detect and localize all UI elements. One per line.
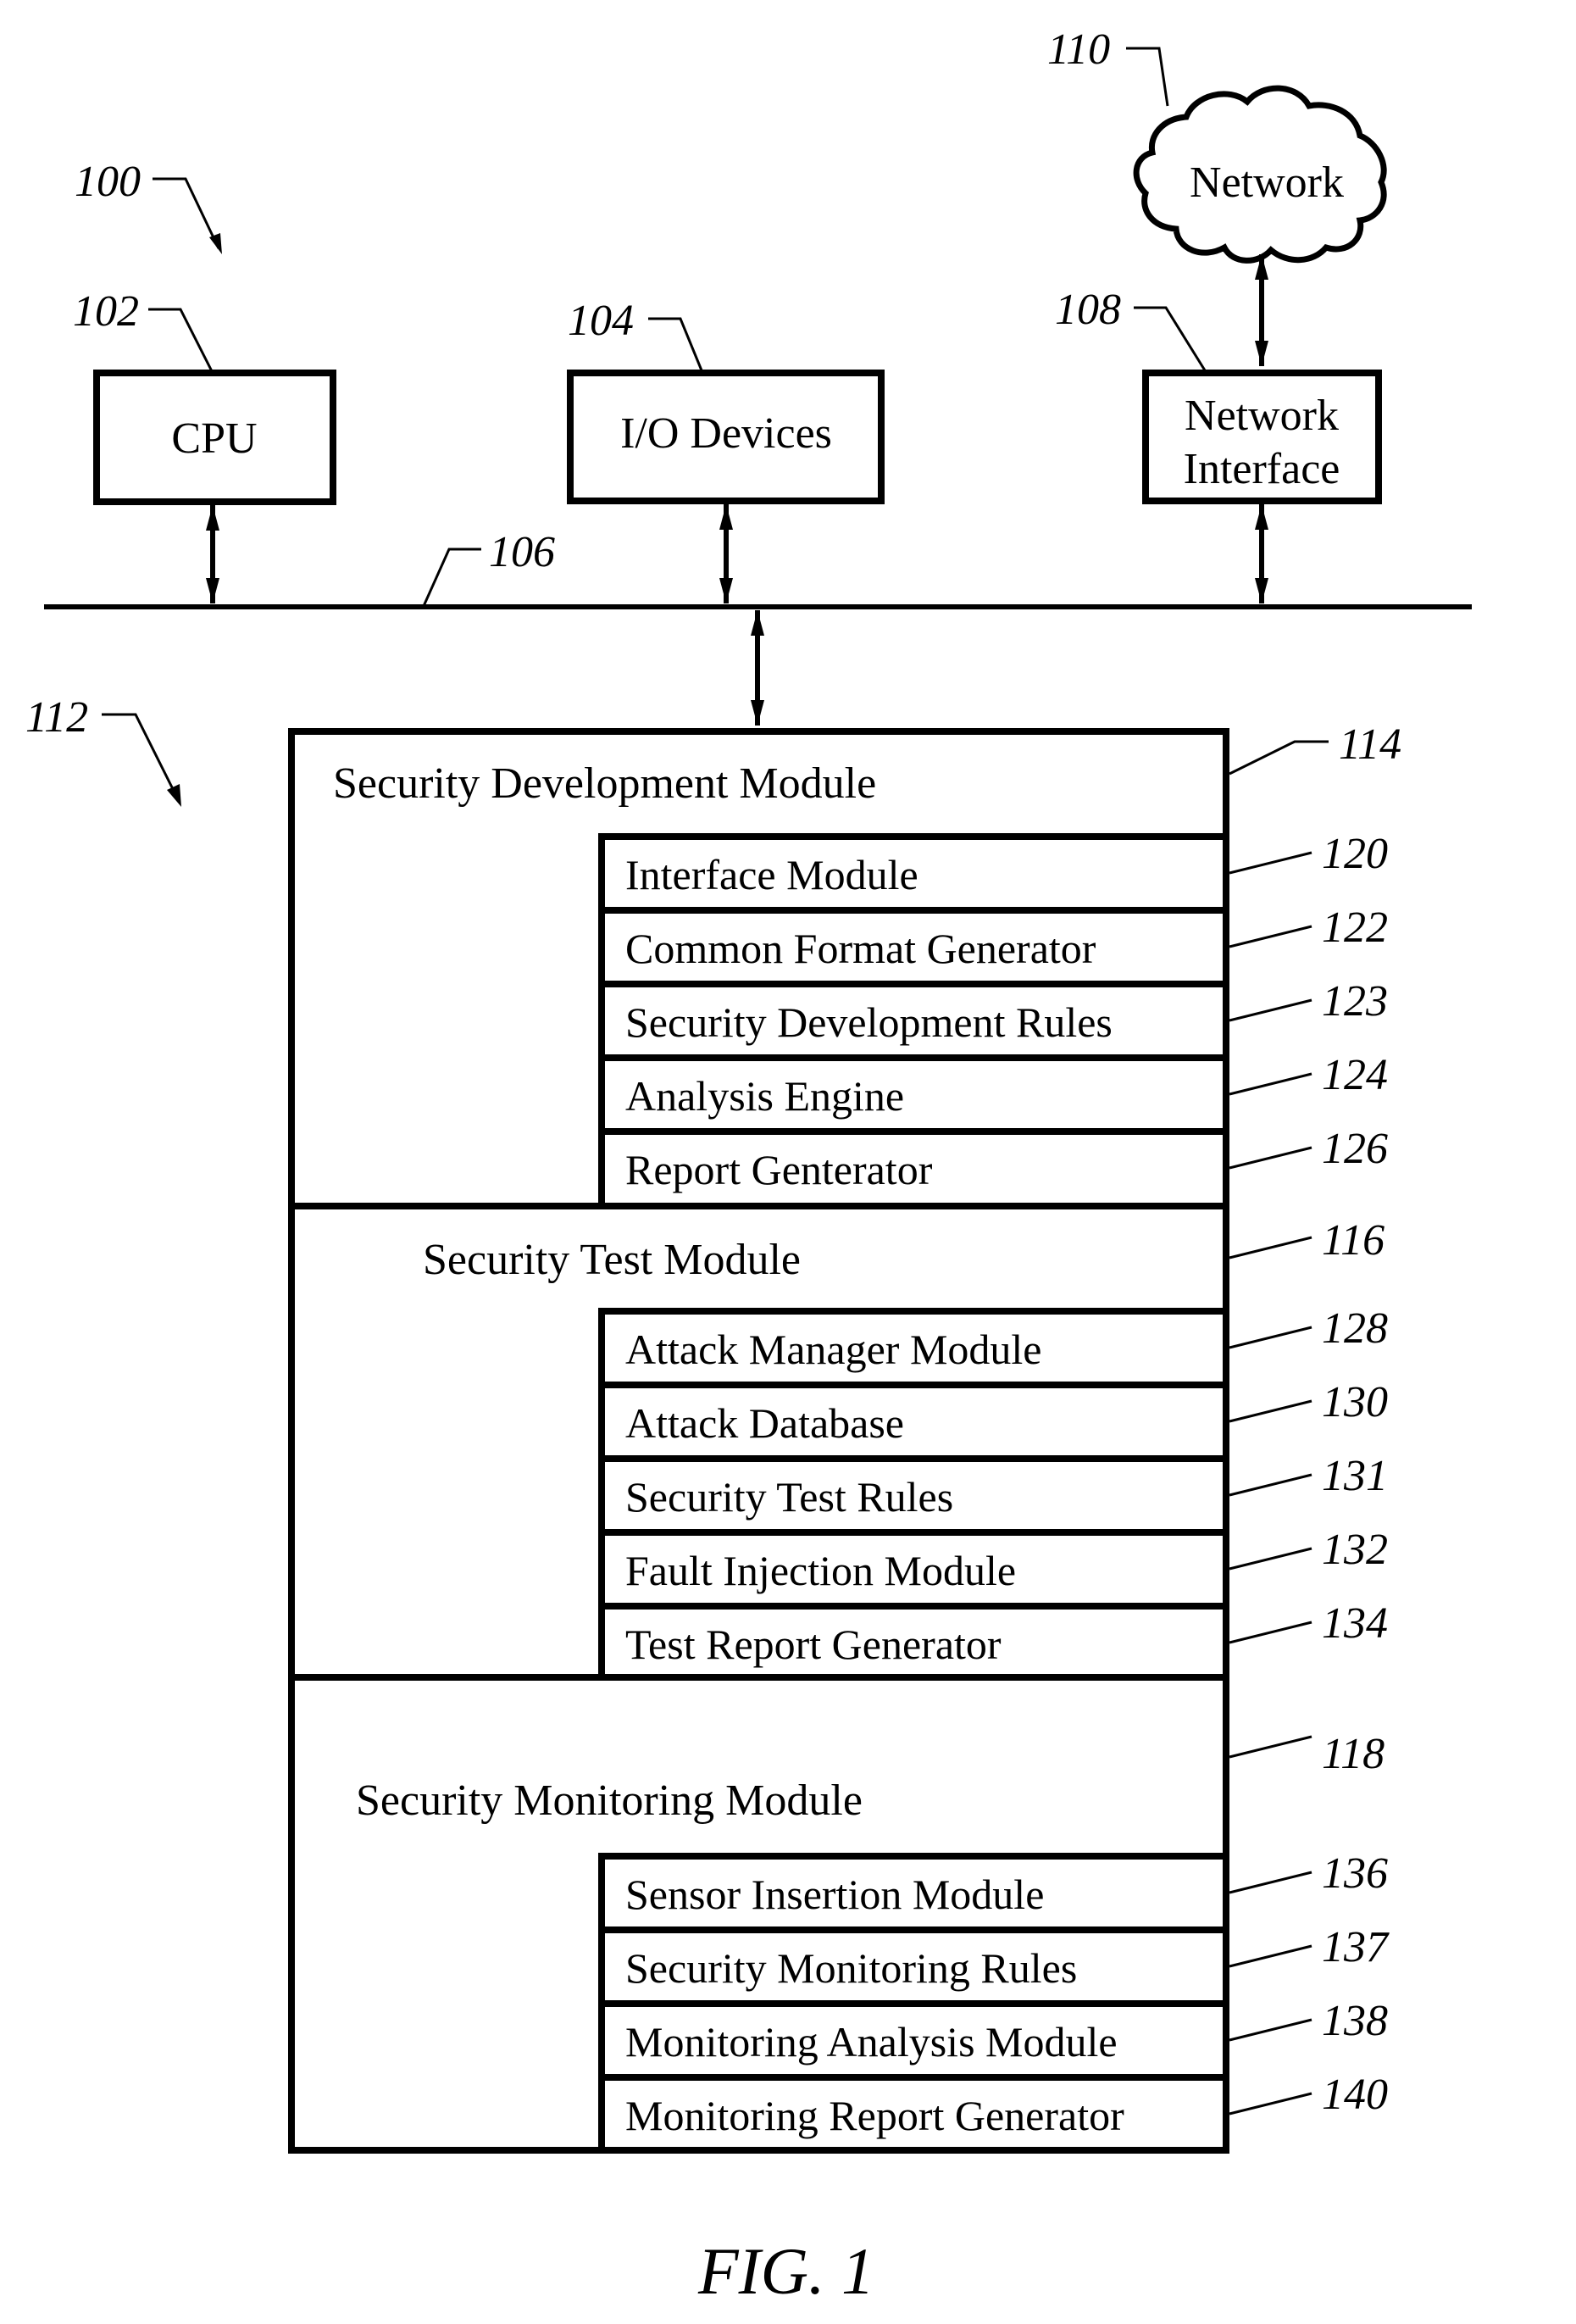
network-interface-label-line1: Network bbox=[1185, 392, 1339, 440]
submodule-ref-leader bbox=[1229, 1072, 1312, 1096]
submodule-label: Test Report Generator bbox=[625, 1621, 1002, 1668]
submodule-ref-text: 136 bbox=[1322, 1849, 1388, 1898]
ref-100-arrowhead bbox=[209, 233, 222, 254]
module-title: Security Test Module bbox=[423, 1236, 801, 1284]
system-ref-label: 100 bbox=[75, 158, 222, 254]
submodule-label: Attack Manager Module bbox=[625, 1326, 1042, 1373]
submodule-ref-text: 128 bbox=[1322, 1304, 1388, 1353]
submodule-ref-text: 130 bbox=[1322, 1378, 1388, 1426]
submodule-label: Report Genterator bbox=[625, 1146, 933, 1193]
submodule-ref-leader bbox=[1229, 2018, 1312, 2042]
memory-modules: Security Development Module 114 Interface … bbox=[288, 720, 1401, 2154]
ref-100-leader-arrow bbox=[153, 177, 220, 249]
submodule-ref-text: 122 bbox=[1322, 903, 1388, 952]
ref-102-text: 102 bbox=[73, 287, 139, 336]
system-diagram: 100 102 CPU 104 I/O Devices 110 Network … bbox=[25, 25, 1472, 2308]
ref-112-text: 112 bbox=[25, 693, 88, 742]
ref-106-text: 106 bbox=[489, 528, 555, 576]
submodule-ref-leader bbox=[1229, 2092, 1312, 2116]
submodule-label: Analysis Engine bbox=[625, 1072, 904, 1120]
ref-104-leader bbox=[648, 317, 703, 371]
submodule-ref-text: 123 bbox=[1322, 977, 1388, 1026]
io-devices-label: I/O Devices bbox=[620, 409, 832, 458]
ref-110-text: 110 bbox=[1047, 25, 1110, 74]
submodule-label: Interface Module bbox=[625, 851, 918, 898]
submodule-ref-leader bbox=[1229, 1944, 1312, 1968]
module-ref-text: 118 bbox=[1322, 1730, 1385, 1778]
submodule-label: Security Test Rules bbox=[625, 1473, 953, 1521]
figure-caption: FIG. 1 bbox=[697, 2234, 874, 2308]
submodule-ref-text: 138 bbox=[1322, 1997, 1388, 2045]
module-title: Security Development Module bbox=[333, 759, 876, 808]
submodule-ref-text: 131 bbox=[1322, 1452, 1388, 1500]
submodule-ref-text: 124 bbox=[1322, 1051, 1388, 1099]
ref-102-leader bbox=[148, 308, 214, 372]
network-interface-label-line2: Interface bbox=[1184, 445, 1340, 493]
submodule-label: Attack Database bbox=[625, 1399, 904, 1447]
submodule-label: Sensor Insertion Module bbox=[625, 1871, 1044, 1918]
memory-ref-label: 112 bbox=[25, 693, 181, 807]
submodule-ref-leader bbox=[1229, 1871, 1312, 1894]
ref-110-leader bbox=[1126, 47, 1169, 107]
submodule-ref-text: 137 bbox=[1322, 1923, 1390, 1971]
submodule-label: Fault Injection Module bbox=[625, 1547, 1016, 1594]
network-label: Network bbox=[1190, 158, 1344, 207]
cpu-block: 102 CPU bbox=[73, 287, 336, 603]
submodule-ref-leader bbox=[1229, 1621, 1312, 1644]
submodule-ref-leader bbox=[1229, 1326, 1312, 1349]
system-bus: 106 bbox=[44, 528, 1472, 726]
ref-106-leader bbox=[422, 548, 481, 607]
submodule-ref-leader bbox=[1229, 925, 1312, 948]
submodule-ref-leader bbox=[1229, 851, 1312, 875]
ref-108-leader bbox=[1134, 306, 1207, 371]
io-block: 104 I/O Devices bbox=[567, 297, 885, 603]
submodule-ref-text: 120 bbox=[1322, 830, 1388, 878]
module-title: Security Monitoring Module bbox=[356, 1776, 863, 1825]
submodule-ref-leader bbox=[1229, 1547, 1312, 1571]
module-ref-leader bbox=[1229, 1236, 1312, 1259]
module-ref-text: 116 bbox=[1322, 1216, 1385, 1265]
submodule-ref-text: 134 bbox=[1322, 1599, 1388, 1648]
ref-104-text: 104 bbox=[568, 297, 634, 345]
submodule-ref-leader bbox=[1229, 1473, 1312, 1497]
ref-112-leader bbox=[102, 713, 180, 800]
submodule-ref-text: 140 bbox=[1322, 2071, 1388, 2119]
submodule-ref-leader bbox=[1229, 1146, 1312, 1170]
submodule-ref-leader bbox=[1229, 998, 1312, 1022]
module-ref-text: 114 bbox=[1339, 720, 1401, 769]
submodule-ref-leader bbox=[1229, 1399, 1312, 1423]
submodule-label: Monitoring Report Generator bbox=[625, 2092, 1124, 2139]
submodule-label: Common Format Generator bbox=[625, 925, 1096, 972]
submodule-ref-text: 126 bbox=[1322, 1125, 1388, 1173]
network-interface-block: 108 Network Interface bbox=[1055, 286, 1382, 603]
ref-100-text: 100 bbox=[75, 158, 141, 206]
module-ref-leader bbox=[1229, 740, 1329, 776]
module-ref-leader bbox=[1229, 1735, 1312, 1759]
submodule-label: Security Development Rules bbox=[625, 998, 1113, 1046]
submodule-label: Monitoring Analysis Module bbox=[625, 2018, 1118, 2065]
ref-112-arrowhead bbox=[167, 784, 181, 807]
submodule-label: Security Monitoring Rules bbox=[625, 1944, 1077, 1992]
cpu-label: CPU bbox=[171, 414, 257, 463]
ref-108-text: 108 bbox=[1055, 286, 1121, 334]
submodule-ref-text: 132 bbox=[1322, 1526, 1388, 1574]
